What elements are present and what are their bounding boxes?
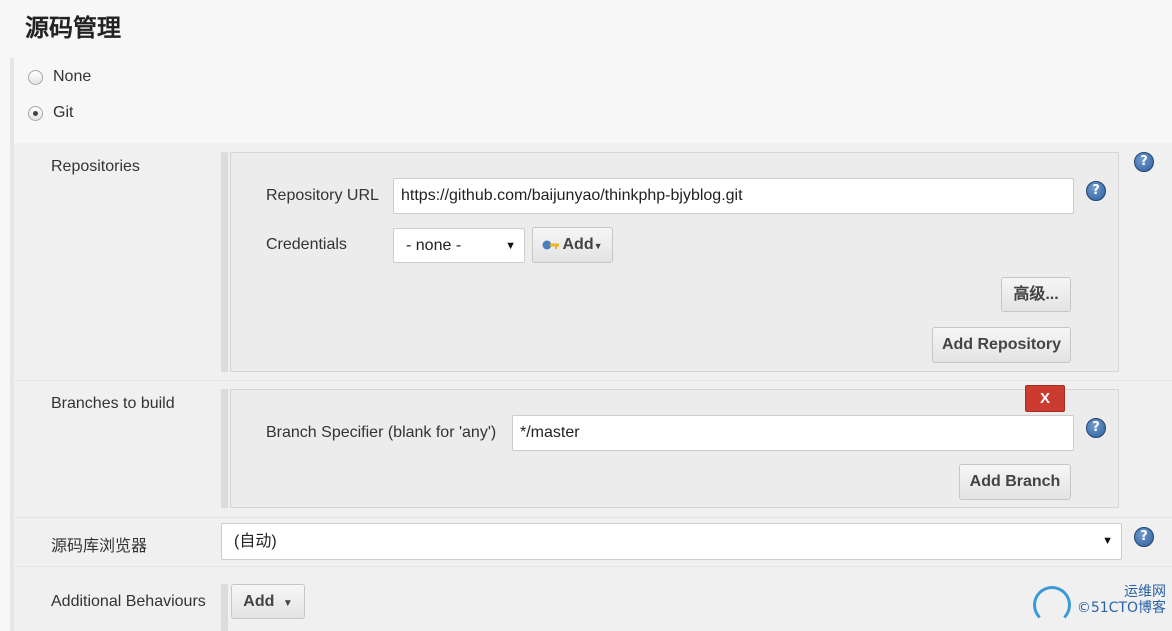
repository-url-label: Repository URL: [266, 187, 379, 204]
additional-behaviours-label: Additional Behaviours: [51, 593, 206, 610]
add-behaviour-label: Add: [243, 593, 275, 610]
repositories-label: Repositories: [51, 158, 140, 175]
behaviours-bar: [221, 584, 228, 631]
repository-browser-value: (自动): [234, 533, 277, 550]
branch-specifier-input[interactable]: */master: [512, 415, 1074, 451]
caret-down-icon: ▼: [593, 241, 603, 251]
credentials-select-value: - none -: [406, 237, 462, 254]
row-divider: [14, 517, 1172, 518]
radio-none-label: None: [53, 68, 92, 85]
add-branch-button[interactable]: Add Branch: [959, 464, 1071, 500]
repository-browser-select[interactable]: (自动) ▼: [221, 523, 1122, 560]
repositories-bar: [221, 152, 228, 372]
credentials-select[interactable]: - none - ▼: [393, 228, 525, 263]
branch-specifier-label: Branch Specifier (blank for 'any'): [266, 424, 497, 441]
branches-label: Branches to build: [51, 395, 175, 412]
watermark-logo-icon: [1032, 586, 1071, 624]
repository-browser-label: 源码库浏览器: [51, 538, 148, 555]
credentials-label: Credentials: [266, 236, 347, 253]
key-icon: [542, 240, 560, 250]
add-behaviour-button[interactable]: Add ▼: [231, 584, 305, 619]
watermark: 运维网 ©51CTO博客: [1032, 584, 1166, 624]
watermark-line1: 运维网: [1124, 584, 1166, 600]
radio-none-control[interactable]: [28, 69, 43, 85]
dropdown-arrow-icon: ▼: [505, 240, 516, 252]
radio-git-label: Git: [53, 104, 74, 121]
radio-option-git[interactable]: Git: [28, 104, 73, 122]
section-title: 源码管理: [25, 14, 121, 42]
radio-git-control[interactable]: [28, 105, 43, 121]
delete-branch-button[interactable]: X: [1025, 385, 1065, 412]
repositories-help-icon[interactable]: ?: [1134, 152, 1154, 172]
row-divider: [14, 566, 1172, 567]
credentials-add-button[interactable]: Add▼: [532, 227, 613, 263]
dropdown-arrow-icon: ▼: [1102, 535, 1113, 547]
repository-url-help-icon[interactable]: ?: [1086, 181, 1106, 201]
advanced-button[interactable]: 高级...: [1001, 277, 1071, 312]
row-divider: [14, 380, 1172, 381]
caret-down-icon: ▼: [282, 598, 293, 609]
radio-option-none[interactable]: None: [28, 68, 91, 86]
watermark-line2: ©51CTO博客: [1076, 600, 1166, 616]
add-repository-button[interactable]: Add Repository: [932, 327, 1071, 363]
repository-browser-help-icon[interactable]: ?: [1134, 527, 1154, 547]
branch-specifier-help-icon[interactable]: ?: [1086, 418, 1106, 438]
credentials-add-label: Add: [562, 236, 594, 253]
repository-url-input[interactable]: https://github.com/baijunyao/thinkphp-bj…: [393, 178, 1074, 214]
branches-bar: [221, 389, 228, 508]
